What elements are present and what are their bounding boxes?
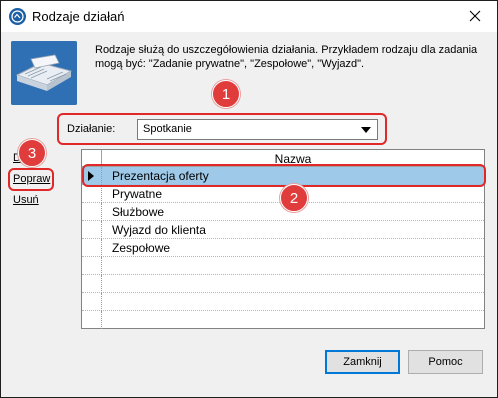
table-cell[interactable]: Służbowe (112, 205, 164, 219)
row-header (82, 311, 102, 329)
dialog-window: Rodzaje działań Rodzaje służą do uszczeg… (0, 0, 498, 398)
close-button[interactable]: Zamknij (325, 350, 400, 374)
annotation-badge-3: 3 (18, 139, 46, 167)
table-cell[interactable]: Prywatne (112, 187, 162, 201)
window-title: Rodzaje działań (32, 9, 125, 24)
delete-link[interactable]: Usuń (13, 194, 39, 206)
description-text: Rodzaje służą do uszczegółowienia działa… (95, 43, 485, 71)
help-button[interactable]: Pomoc (408, 350, 483, 374)
table-row[interactable]: Zespołowe (82, 239, 484, 257)
row-header (82, 275, 102, 293)
empty-row (82, 293, 484, 311)
annotation-box-edit (8, 168, 54, 191)
row-header[interactable] (82, 203, 102, 221)
row-header (82, 293, 102, 311)
annotation-box-row (82, 164, 486, 187)
row-header (82, 257, 102, 275)
annotation-badge-2: 2 (280, 184, 308, 212)
app-logo-icon (9, 8, 26, 25)
filter-label: Działanie: (67, 123, 116, 135)
empty-row (82, 311, 484, 329)
book-icon (11, 41, 77, 105)
row-header[interactable] (82, 239, 102, 257)
activity-dropdown[interactable]: Spotkanie (137, 119, 378, 140)
row-header[interactable] (82, 185, 102, 203)
activity-dropdown-value: Spotkanie (143, 123, 192, 135)
table-row[interactable]: Wyjazd do klienta (82, 221, 484, 239)
annotation-badge-1: 1 (212, 80, 240, 108)
table-cell[interactable]: Zespołowe (112, 241, 170, 255)
empty-row (82, 257, 484, 275)
table-cell[interactable]: Wyjazd do klienta (112, 223, 206, 237)
description-line-1: Rodzaje służą do uszczegółowienia działa… (95, 44, 478, 56)
chevron-down-icon[interactable] (361, 127, 371, 133)
close-icon[interactable] (463, 4, 487, 28)
description-line-2: mogą być: "Zadanie prywatne", "Zespołowe… (95, 58, 365, 70)
title-bar[interactable]: Rodzaje działań (1, 1, 497, 32)
row-header[interactable] (82, 221, 102, 239)
empty-row (82, 275, 484, 293)
